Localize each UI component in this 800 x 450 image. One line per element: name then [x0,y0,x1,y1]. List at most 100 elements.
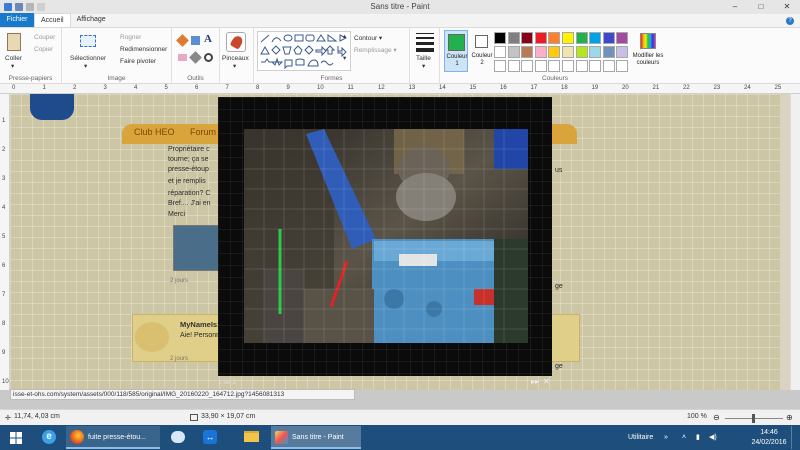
close-button[interactable]: ✕ [774,0,800,14]
brushes-dropdown-icon[interactable]: ▾ [233,62,236,70]
lightbox-next-icon[interactable]: ▸▸ [531,377,539,386]
clock[interactable]: 14:46 24/02/2016 [748,426,790,449]
crop-button[interactable]: Rogner [120,34,141,41]
palette-swatch[interactable] [589,60,602,72]
lightbox-photo[interactable] [244,129,528,343]
help-icon[interactable]: ? [786,17,794,25]
lightbox-close-icon[interactable]: ✕ [543,377,550,386]
taskbar-ie[interactable]: e [34,426,62,449]
palette-swatch[interactable] [616,32,629,44]
palette-swatch[interactable] [589,32,602,44]
palette-swatch[interactable] [534,46,547,58]
palette-swatch[interactable] [602,60,615,72]
shapes-gallery[interactable] [257,31,351,71]
tab-view[interactable]: Affichage [71,13,112,27]
group-tools: A Outils [172,28,220,84]
taskbar-teamviewer[interactable]: ↔ [196,426,224,449]
rotate-button[interactable]: Faire pivoter [120,58,156,65]
vertical-scrollbar[interactable] [790,94,800,390]
size-button[interactable]: Taille [416,55,431,62]
group-size: Taille ▾ [410,28,440,84]
fill-bucket-icon[interactable] [191,36,200,45]
ruler-tick-label: 16 [500,85,507,91]
palette-swatch[interactable] [494,46,506,58]
tray-expand-icon[interactable]: » [664,426,668,449]
eraser-icon[interactable] [178,54,187,61]
palette-swatch[interactable] [562,60,574,72]
palette-swatch[interactable] [602,46,615,58]
paste-button[interactable]: Coller [5,55,22,62]
palette-swatch[interactable] [548,32,561,44]
start-button[interactable] [4,426,30,449]
rainbow-palette-icon [640,33,656,49]
select-button[interactable]: Sélectionner [70,55,106,62]
size-dropdown-icon[interactable]: ▾ [422,62,425,70]
edit-colors-label: Modifier les couleurs [632,53,664,66]
forum-attachment-thumbnail[interactable] [173,225,219,271]
resize-button[interactable]: Redimensionner [120,46,167,53]
network-icon[interactable]: ▮ [696,426,700,449]
palette-swatch[interactable] [575,46,588,58]
color1-selector[interactable]: Couleur 1 [444,30,468,72]
palette-swatch[interactable] [534,60,547,72]
magnifier-icon[interactable] [204,53,213,62]
palette-swatch[interactable] [589,46,602,58]
palette-swatch[interactable] [548,46,561,58]
palette-swatch[interactable] [507,46,520,58]
shapes-scroll-icon[interactable]: ▴ [343,32,346,40]
minimize-button[interactable]: – [722,0,748,14]
palette-swatch[interactable] [534,32,547,44]
volume-icon[interactable]: ◀) [709,426,717,449]
palette-swatch[interactable] [575,60,588,72]
pencil-icon[interactable] [176,34,189,47]
palette-swatch[interactable] [602,32,615,44]
copy-button[interactable]: Copier [34,46,53,53]
taskbar-firefox[interactable]: fuite presse-étou... [66,426,160,449]
text-icon[interactable]: A [204,33,212,45]
ruler-tick-label: 10 [317,85,324,91]
palette-swatch[interactable] [548,60,561,72]
taskbar-paint[interactable]: Sans titre - Paint [271,426,361,449]
firefox-icon [70,430,84,445]
fill-button[interactable]: Remplissage ▾ [354,46,397,54]
tab-home[interactable]: Accueil [34,13,71,27]
palette-swatch[interactable] [562,32,574,44]
palette-swatch[interactable] [494,60,506,72]
post-line: Merci [168,211,186,218]
forum-brand: Club HEO [134,127,175,137]
tab-file[interactable]: Fichier [0,13,34,27]
palette-swatch[interactable] [616,46,629,58]
shapes-group-label: Formes [320,75,343,82]
tray-show-hidden-icon[interactable]: ˄ [682,426,686,449]
brushes-button[interactable]: Pinceaux [222,55,249,62]
color-picker-icon[interactable] [189,51,202,64]
lightbox-counter: 1 de 2 [218,379,237,386]
notifications-icon[interactable] [791,426,800,449]
paste-dropdown-icon[interactable]: ▾ [11,62,14,70]
window-controls: – □ ✕ [722,0,800,14]
zoom-in-button[interactable]: ⊕ [786,413,793,422]
outline-button[interactable]: Contour ▾ [354,34,382,42]
title-bar: Sans titre - Paint – □ ✕ [0,0,800,14]
taskbar-explorer[interactable] [236,426,266,449]
palette-swatch[interactable] [616,60,629,72]
shapes-more-icon[interactable]: ▾ [343,54,346,62]
zoom-slider-thumb[interactable] [752,414,755,423]
maximize-button[interactable]: □ [748,0,774,14]
reply-age: 2 jours [170,356,189,362]
cut-button[interactable]: Couper [34,34,55,41]
color2-selector[interactable]: Couleur 2 [470,30,494,72]
palette-swatch[interactable] [521,32,534,44]
select-dropdown-icon[interactable]: ▾ [84,62,87,70]
zoom-out-button[interactable]: ⊖ [713,413,720,422]
palette-swatch[interactable] [494,32,506,44]
palette-swatch[interactable] [521,46,534,58]
palette-swatch[interactable] [575,32,588,44]
taskbar-app-cloud[interactable] [164,426,192,449]
palette-swatch[interactable] [521,60,534,72]
palette-swatch[interactable] [507,32,520,44]
tray-toolbar-label[interactable]: Utilitaire [628,426,653,449]
palette-swatch[interactable] [562,46,574,58]
edit-colors-button[interactable]: Modifier les couleurs [630,30,666,74]
palette-swatch[interactable] [507,60,520,72]
